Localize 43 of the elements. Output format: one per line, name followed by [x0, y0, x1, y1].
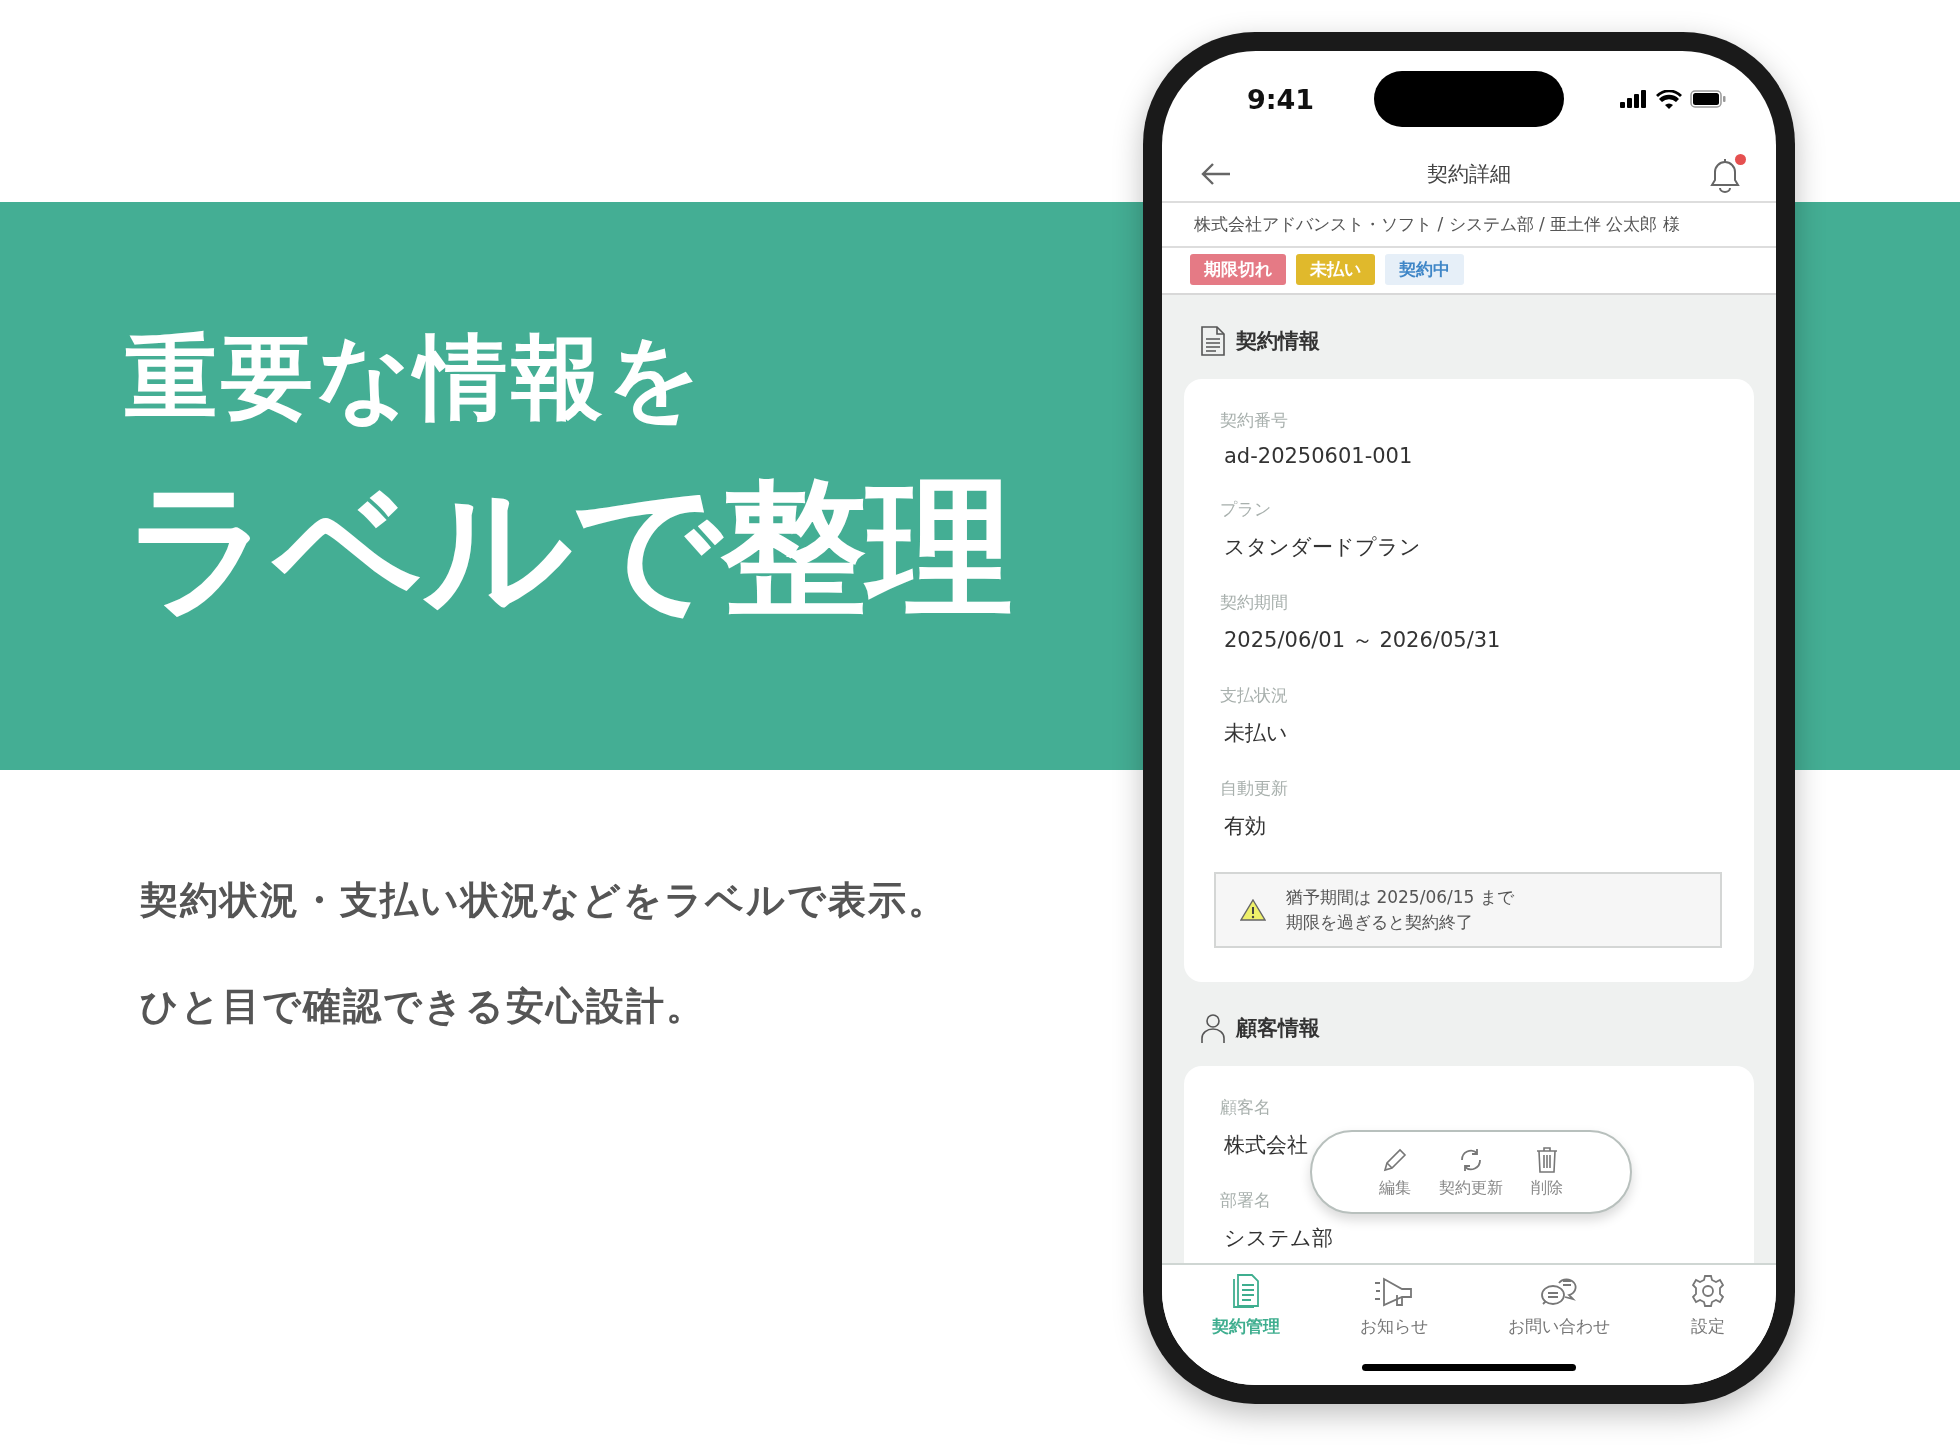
trash-icon	[1534, 1145, 1560, 1174]
status-label: 契約中	[1385, 254, 1464, 285]
screen-title: 契約詳細	[1427, 161, 1511, 188]
document-icon	[1200, 325, 1226, 357]
signal-icon	[1620, 90, 1648, 108]
tab-item[interactable]: 設定	[1684, 1273, 1732, 1339]
section-title: 顧客情報	[1236, 1015, 1320, 1042]
field-value: ad-20250601-001	[1224, 444, 1413, 468]
status-label: 期限切れ	[1190, 254, 1286, 285]
field-value: スタンダードプラン	[1224, 534, 1421, 561]
field-value: 株式会社	[1224, 1132, 1308, 1159]
description-text: 契約状況・支払い状況などをラベルで表示。	[140, 877, 948, 924]
field-value: 有効	[1224, 813, 1266, 840]
field-label: 自動更新	[1220, 777, 1288, 800]
section-title: 契約情報	[1236, 328, 1320, 355]
field-label: 支払状況	[1220, 684, 1288, 707]
tab-item[interactable]: お問い合わせ	[1502, 1273, 1616, 1339]
tab-item[interactable]: お知らせ	[1354, 1273, 1434, 1339]
field-label: 顧客名	[1220, 1096, 1271, 1119]
gear-icon	[1690, 1273, 1726, 1309]
headline: ラベルで整理	[125, 474, 1013, 620]
field-value: 2025/06/01 ～ 2026/05/31	[1224, 627, 1501, 654]
edit-button[interactable]: 編集	[1375, 1145, 1415, 1199]
person-icon	[1200, 1012, 1226, 1044]
field-value: 未払い	[1224, 720, 1288, 747]
wifi-icon	[1656, 89, 1682, 109]
status-time: 9:41	[1247, 83, 1315, 115]
warning-icon	[1240, 899, 1266, 921]
field-label: 契約期間	[1220, 591, 1288, 614]
notice-text: 猶予期間は 2025/06/15 まで	[1286, 886, 1514, 909]
field-label: 部署名	[1220, 1189, 1271, 1212]
field-label: 契約番号	[1220, 409, 1288, 432]
field-value: システム部	[1224, 1225, 1333, 1252]
renew-button[interactable]: 契約更新	[1435, 1145, 1507, 1199]
battery-icon	[1690, 90, 1726, 108]
status-label: 未払い	[1296, 254, 1375, 285]
delete-button[interactable]: 削除	[1527, 1145, 1567, 1199]
tab-item[interactable]: 契約管理	[1206, 1273, 1286, 1339]
field-label: プラン	[1220, 498, 1271, 521]
description-text: ひと目で確認できる安心設計。	[140, 983, 706, 1030]
notice-text: 期限を過ぎると契約終了	[1286, 911, 1473, 934]
back-arrow-icon[interactable]	[1200, 162, 1232, 186]
breadcrumb-text: 株式会社アドバンスト・ソフト / システム部 / 亜土伴 公太郎 様	[1194, 213, 1680, 236]
